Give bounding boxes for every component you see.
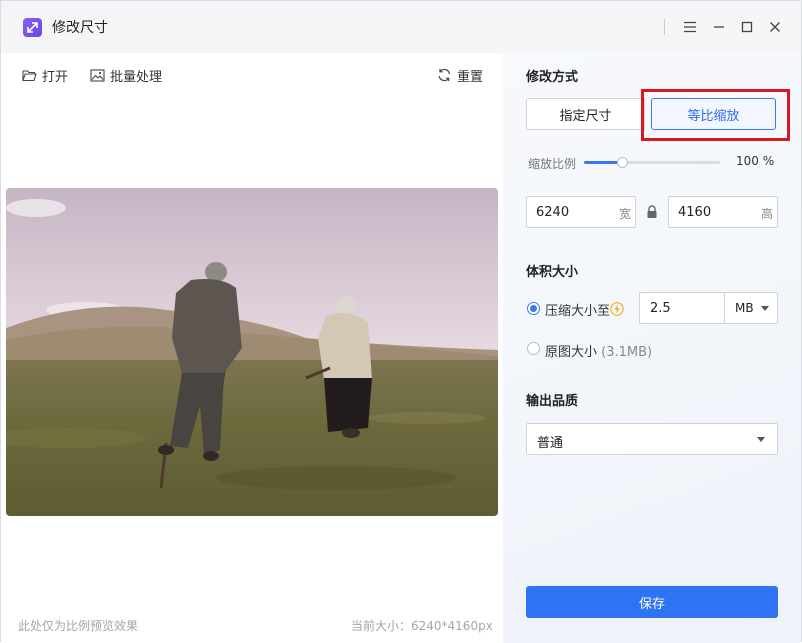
output-quality-select[interactable]: 普通 bbox=[526, 423, 778, 455]
chevron-down-icon[interactable] bbox=[761, 306, 769, 311]
open-button[interactable]: 打开 bbox=[22, 65, 68, 85]
reset-button[interactable]: 重置 bbox=[437, 65, 483, 85]
output-quality-title: 输出品质 bbox=[526, 394, 579, 409]
scale-ratio-label: 缩放比例 bbox=[528, 157, 577, 171]
preview-image bbox=[6, 188, 498, 516]
resize-mode-title: 修改方式 bbox=[526, 70, 579, 85]
batch-process-button[interactable]: 批量处理 bbox=[90, 65, 162, 85]
app-window: 修改尺寸 打开 批量处理 重置 此处仅为比例预览效果 当前大小：6240*416… bbox=[0, 0, 802, 643]
width-unit: 宽 bbox=[618, 207, 631, 221]
original-size-label: 原图大小 bbox=[545, 345, 598, 360]
original-size-option[interactable]: 原图大小 (3.1MB) bbox=[545, 341, 652, 360]
lightning-icon bbox=[610, 301, 624, 320]
preview-note: 此处仅为比例预览效果 bbox=[18, 619, 139, 633]
compress-size-radio[interactable] bbox=[527, 302, 540, 315]
highlight-annotation-box bbox=[641, 89, 790, 141]
width-value: 6240 bbox=[536, 205, 570, 220]
minimize-icon[interactable] bbox=[709, 17, 729, 37]
preview-panel: 打开 批量处理 重置 此处仅为比例预览效果 当前大小：6240*4160px bbox=[1, 53, 503, 643]
original-size-radio[interactable] bbox=[527, 342, 540, 355]
height-value: 4160 bbox=[678, 205, 712, 220]
chevron-down-icon[interactable] bbox=[757, 437, 765, 442]
save-button[interactable]: 保存 bbox=[526, 586, 778, 618]
scale-value: 100 % bbox=[736, 154, 775, 168]
image-icon bbox=[90, 68, 105, 82]
folder-open-icon bbox=[22, 69, 37, 81]
batch-process-label: 批量处理 bbox=[110, 69, 163, 85]
lock-icon[interactable] bbox=[646, 204, 658, 223]
height-unit: 高 bbox=[760, 207, 773, 221]
app-title: 修改尺寸 bbox=[52, 20, 108, 36]
open-label: 打开 bbox=[42, 69, 69, 85]
target-size-input[interactable]: 2.5 MB bbox=[639, 292, 778, 324]
target-size-unit[interactable]: MB bbox=[735, 301, 754, 315]
mode-specific-size-button[interactable]: 指定尺寸 bbox=[526, 98, 645, 130]
target-size-divider bbox=[724, 293, 725, 323]
compress-size-label[interactable]: 压缩大小至 bbox=[545, 300, 610, 319]
refresh-icon bbox=[438, 68, 451, 82]
output-quality-value: 普通 bbox=[537, 436, 564, 451]
reset-label: 重置 bbox=[457, 69, 484, 85]
title-bar: 修改尺寸 bbox=[1, 1, 801, 53]
settings-panel: 修改方式 指定尺寸 等比缩放 缩放比例 100 % 6240 宽 4160 高 … bbox=[503, 53, 801, 643]
maximize-icon[interactable] bbox=[737, 17, 757, 37]
original-size-value: (3.1MB) bbox=[601, 345, 653, 360]
scale-slider-handle[interactable] bbox=[617, 157, 629, 168]
width-input[interactable]: 6240 宽 bbox=[526, 196, 636, 228]
current-size-label: 当前大小：6240*4160px bbox=[351, 619, 493, 633]
resize-logo-icon bbox=[23, 18, 42, 37]
menu-icon[interactable] bbox=[680, 17, 700, 37]
height-input[interactable]: 4160 高 bbox=[668, 196, 778, 228]
close-icon[interactable] bbox=[765, 17, 785, 37]
scale-slider[interactable] bbox=[584, 157, 720, 168]
target-size-value: 2.5 bbox=[650, 301, 671, 316]
title-bar-divider bbox=[664, 19, 665, 35]
volume-title: 体积大小 bbox=[526, 265, 579, 280]
